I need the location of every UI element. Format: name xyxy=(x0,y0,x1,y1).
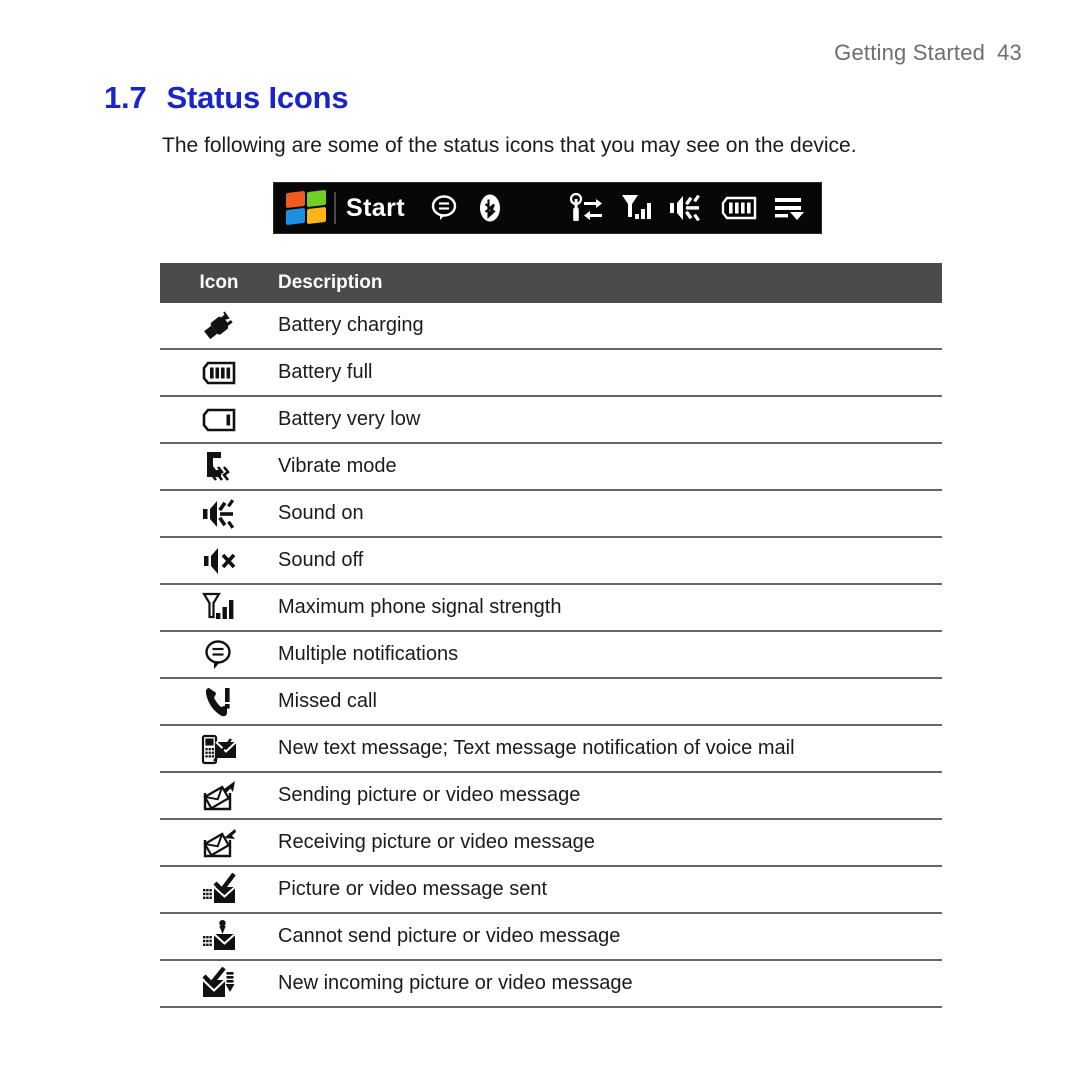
table-row: Battery full xyxy=(160,350,942,397)
new-incoming-picture-icon xyxy=(160,966,278,1001)
row-description: Battery full xyxy=(278,361,373,383)
column-header-description: Description xyxy=(278,272,383,293)
status-bar-divider xyxy=(334,192,336,224)
page-number: 43 xyxy=(997,40,1022,65)
battery-full-icon xyxy=(719,195,759,221)
menu-arrow-icon xyxy=(773,193,807,223)
new-text-message-icon xyxy=(160,732,278,766)
multiple-notifications-icon xyxy=(429,193,459,223)
missed-call-icon xyxy=(160,685,278,719)
row-description: Battery charging xyxy=(278,314,424,336)
receiving-picture-message-icon xyxy=(160,826,278,860)
row-description: Sound on xyxy=(278,502,364,524)
vibrate-mode-icon xyxy=(160,450,278,484)
table-row: Sound off xyxy=(160,538,942,585)
signal-strength-icon xyxy=(619,192,655,224)
table-header-row: Icon Description xyxy=(160,263,942,303)
sound-on-icon xyxy=(160,498,278,530)
status-bar-right-icons xyxy=(565,192,807,224)
multiple-notifications-icon xyxy=(160,638,278,672)
row-description: Battery very low xyxy=(278,408,421,430)
table-row: Cannot send picture or video message xyxy=(160,914,942,961)
battery-very-low-icon xyxy=(160,407,278,433)
sending-picture-message-icon xyxy=(160,779,278,813)
table-row: Missed call xyxy=(160,679,942,726)
table-row: Maximum phone signal strength xyxy=(160,585,942,632)
table-row: Receiving picture or video message xyxy=(160,820,942,867)
sound-off-icon xyxy=(160,546,278,576)
row-description: Multiple notifications xyxy=(278,643,459,665)
row-description: Cannot send picture or video message xyxy=(278,925,621,947)
battery-full-icon xyxy=(160,360,278,386)
start-label: Start xyxy=(346,193,405,222)
section-number: 1.7 xyxy=(104,80,147,115)
status-icon-table: Icon Description Battery charging Batter… xyxy=(160,263,942,1008)
row-description: New incoming picture or video message xyxy=(278,972,633,994)
row-description: Vibrate mode xyxy=(278,455,397,477)
row-description: New text message; Text message notificat… xyxy=(278,737,795,759)
signal-strength-icon xyxy=(160,591,278,625)
running-header-title: Getting Started xyxy=(834,40,986,65)
bluetooth-icon xyxy=(477,193,503,223)
column-header-icon: Icon xyxy=(199,272,239,293)
table-row: Sound on xyxy=(160,491,942,538)
table-row: Sending picture or video message xyxy=(160,773,942,820)
intro-paragraph: The following are some of the status ico… xyxy=(162,134,857,157)
table-row: Multiple notifications xyxy=(160,632,942,679)
table-row: Vibrate mode xyxy=(160,444,942,491)
cannot-send-picture-icon xyxy=(160,919,278,954)
table-row: Battery very low xyxy=(160,397,942,444)
page-title: 1.7 Status Icons xyxy=(104,80,349,116)
table-row: New incoming picture or video message xyxy=(160,961,942,1008)
table-row: Picture or video message sent xyxy=(160,867,942,914)
battery-charging-icon xyxy=(160,309,278,343)
data-connection-icon xyxy=(565,192,605,224)
picture-message-sent-icon xyxy=(160,872,278,907)
row-description: Missed call xyxy=(278,690,377,712)
row-description: Sound off xyxy=(278,549,364,571)
document-page: Getting Started 43 1.7 Status Icons The fo… xyxy=(0,0,1080,1080)
device-status-bar-image: Start xyxy=(273,182,822,234)
table-row: Battery charging xyxy=(160,303,942,350)
row-description: Receiving picture or video message xyxy=(278,831,595,853)
section-title-text: Status Icons xyxy=(166,80,349,115)
running-header: Getting Started 43 xyxy=(834,40,1022,66)
row-description: Maximum phone signal strength xyxy=(278,596,562,618)
row-description: Sending picture or video message xyxy=(278,784,581,806)
status-bar-left-icons xyxy=(429,193,503,223)
table-row: New text message; Text message notificat… xyxy=(160,726,942,773)
windows-logo-icon xyxy=(284,189,328,226)
sound-on-icon xyxy=(669,193,705,223)
row-description: Picture or video message sent xyxy=(278,878,548,900)
